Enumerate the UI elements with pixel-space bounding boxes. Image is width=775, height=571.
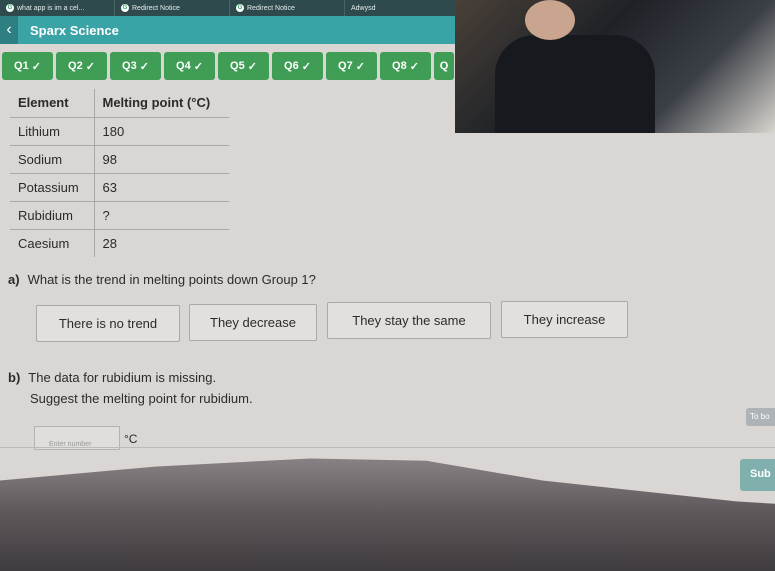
- part-label: b): [8, 370, 21, 385]
- browser-tab-bar: Gwhat app is im a cel... G Redirect Notic…: [0, 0, 460, 16]
- column-header: Element: [10, 89, 95, 118]
- table-row: Caesium 28: [10, 229, 229, 257]
- google-icon: G: [236, 4, 244, 12]
- google-icon: G: [6, 4, 14, 12]
- cell: 63: [94, 173, 229, 202]
- option-increase[interactable]: They increase: [501, 301, 628, 338]
- question-tab[interactable]: Q8 ✓: [380, 52, 431, 80]
- question-a: a) What is the trend in melting points do…: [8, 272, 316, 287]
- table-row: Potassium 63: [10, 173, 229, 202]
- question-nav: Q1 ✓ Q2 ✓ Q3 ✓ Q4 ✓ Q5 ✓ Q6 ✓ Q7 ✓ Q8 ✓ …: [0, 52, 455, 80]
- check-icon: ✓: [139, 60, 149, 73]
- part-label: a): [8, 272, 20, 287]
- check-icon: ✓: [193, 60, 203, 73]
- melting-point-table: Element Melting point (°C) Lithium 180 Sod…: [10, 89, 229, 257]
- unit-label: °C: [124, 432, 138, 446]
- option-stay-same[interactable]: They stay the same: [327, 302, 491, 339]
- table-header-row: Element Melting point (°C): [10, 89, 229, 118]
- google-icon: G: [121, 4, 129, 12]
- question-tab[interactable]: Q6 ✓: [272, 52, 323, 80]
- question-tab[interactable]: Q4 ✓: [164, 52, 215, 80]
- question-label: Q8: [392, 60, 407, 72]
- check-icon: ✓: [301, 60, 311, 73]
- browser-tab[interactable]: Gwhat app is im a cel...: [0, 0, 115, 16]
- cell: Lithium: [10, 117, 95, 146]
- app-header: ‹ Sparx Science: [0, 16, 455, 44]
- browser-tab[interactable]: G Redirect Notice: [230, 0, 345, 16]
- foreground-blanket: [0, 458, 775, 571]
- submit-button[interactable]: Sub: [740, 459, 775, 491]
- question-tab[interactable]: Q: [434, 52, 454, 80]
- to-board-button[interactable]: To bo: [746, 408, 775, 426]
- tab-title: Redirect Notice: [247, 4, 295, 12]
- question-tab[interactable]: Q2 ✓: [56, 52, 107, 80]
- browser-tab[interactable]: Adwysd: [345, 0, 460, 16]
- question-label: Q: [439, 60, 449, 72]
- check-icon: ✓: [31, 60, 41, 73]
- check-icon: ✓: [85, 60, 95, 73]
- cell: 180: [94, 117, 229, 146]
- app-title: Sparx Science: [30, 22, 119, 38]
- check-icon: ✓: [247, 60, 257, 73]
- cell: Caesium: [10, 229, 95, 257]
- question-label: Q5: [230, 60, 245, 72]
- table-row: Rubidium?: [10, 201, 229, 230]
- question-b-prompt: Suggest the melting point for rubidium.: [30, 391, 253, 406]
- cell: Sodium: [10, 145, 95, 174]
- browser-tab[interactable]: G Redirect Notice: [115, 0, 230, 16]
- tab-title: what app is im a cel...: [17, 4, 85, 12]
- question-b: b) The data for rubidium is missing.: [8, 370, 216, 385]
- option-no-trend[interactable]: There is no trend: [36, 305, 180, 342]
- photo-detail: [525, 0, 575, 40]
- tab-title: Redirect Notice: [132, 4, 180, 12]
- tab-title: Adwysd: [351, 4, 376, 12]
- cell: Potassium: [10, 173, 95, 202]
- column-header: Melting point (°C): [94, 89, 229, 118]
- question-tab[interactable]: Q5 ✓: [218, 52, 269, 80]
- cell: ?: [94, 201, 229, 230]
- table-row: Lithium 180: [10, 117, 229, 146]
- question-label: Q6: [284, 60, 299, 72]
- question-label: Q4: [176, 60, 191, 72]
- question-text: What is the trend in melting points down…: [27, 272, 316, 287]
- question-label: Q3: [122, 60, 137, 72]
- question-text: The data for rubidium is missing.: [28, 370, 217, 385]
- option-decrease[interactable]: They decrease: [189, 304, 317, 341]
- table-row: Sodium 98: [10, 145, 229, 174]
- cell: 28: [102, 235, 117, 251]
- question-label: Q2: [68, 60, 83, 72]
- background-photo: [455, 0, 775, 133]
- question-label: Q7: [338, 60, 353, 72]
- check-icon: ✓: [409, 60, 419, 73]
- question-label: Q1: [14, 60, 29, 72]
- divider: [0, 447, 775, 448]
- question-tab[interactable]: Q3 ✓: [110, 52, 161, 80]
- cell: Rubidium: [10, 201, 95, 230]
- photo-detail: [495, 35, 655, 133]
- cell: 98: [94, 145, 229, 174]
- question-tab[interactable]: Q7 ✓: [326, 52, 377, 80]
- check-icon: ✓: [355, 60, 365, 73]
- question-tab[interactable]: Q1 ✓: [2, 52, 53, 80]
- chevron-left-icon[interactable]: ‹: [0, 16, 18, 44]
